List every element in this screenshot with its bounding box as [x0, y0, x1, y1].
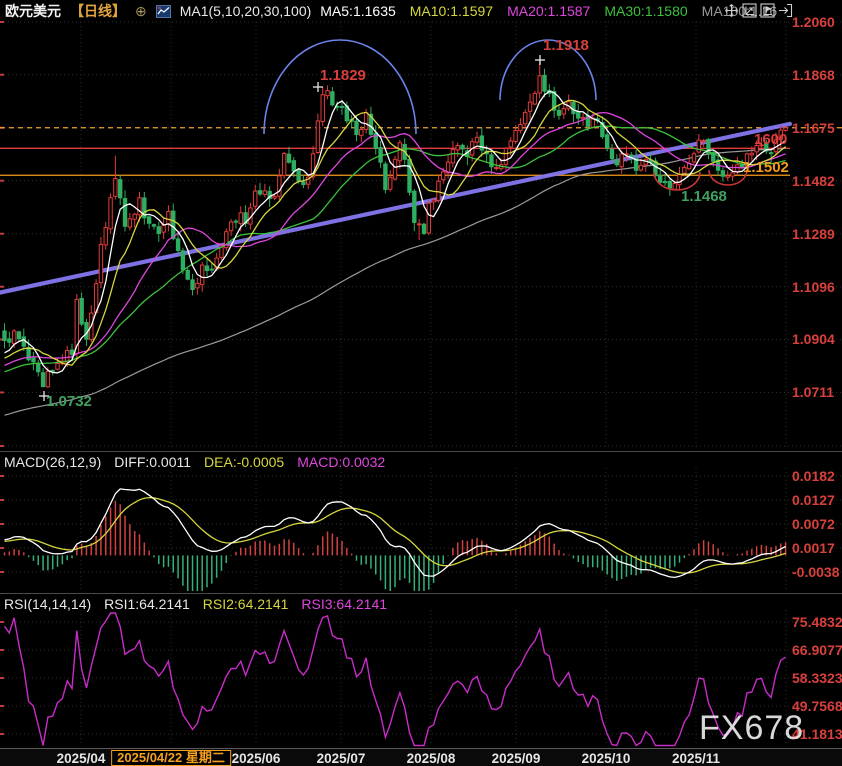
time-axis: 2025/04/22 星期二 2025/04 2025/06 2025/07 2025… [0, 748, 842, 766]
macd-header: MACD(26,12,9) DIFF:0.0011 DEA:-0.0005 MA… [4, 454, 385, 470]
watermark: FX678 [699, 709, 804, 748]
chart-toolbar [724, 3, 793, 18]
time-axis-label: 2025/11 [672, 751, 720, 766]
symbol-label: 欧元美元 [5, 1, 61, 21]
price-axis-label: 1.1096 [792, 279, 842, 295]
price-axis-label: 1.1868 [792, 67, 842, 83]
chart-canvas[interactable] [0, 0, 842, 766]
macd-axis-label: 0.0182 [792, 468, 842, 484]
rsi1-value: RSI1:64.2141 [104, 596, 190, 612]
ma-settings-label: MA1(5,10,20,30,100) [180, 3, 312, 19]
ma-values-group: MA5:1.1635 MA10:1.1597 MA20:1.1587 MA30:1.1… [320, 3, 777, 19]
macd-dea-value: DEA:-0.0005 [204, 454, 284, 470]
axis-play-tool-icon[interactable] [760, 3, 775, 18]
macd-axis-label: -0.0038 [792, 564, 842, 580]
pan-tool-icon[interactable] [724, 3, 739, 18]
price-axis-label: 1.1675 [792, 120, 842, 136]
macd-params-label: MACD(26,12,9) [4, 454, 101, 470]
rsi-axis-label: 75.4832 [792, 614, 842, 630]
crosshair-date-badge: 2025/04/22 星期二 [111, 750, 231, 766]
time-axis-label: 2025/08 [407, 751, 456, 766]
time-axis-label: 2025/04 [57, 751, 106, 766]
period-label: 【日线】 [70, 1, 126, 21]
exit-tool-icon[interactable] [778, 3, 793, 18]
macd-diff-value: DIFF:0.0011 [114, 454, 191, 470]
price-annotation: 1.1918 [543, 37, 589, 54]
ma-value: MA20:1.1587 [507, 3, 590, 19]
ma-value: MA10:1.1597 [410, 3, 493, 19]
price-axis-label: 1.1289 [792, 226, 842, 242]
macd-axis-label: 0.0127 [792, 492, 842, 508]
time-axis-label: 2025/07 [317, 751, 366, 766]
circle-plus-icon[interactable]: ⊕ [135, 4, 147, 18]
ma-value: MA5:1.1635 [320, 3, 396, 19]
price-annotation: 1.1468 [681, 188, 727, 205]
rsi-axis-label: 58.3323 [792, 670, 842, 686]
time-axis-label: 2025/10 [582, 751, 631, 766]
rsi2-value: RSI2:64.2141 [203, 596, 289, 612]
price-annotation: 1.0732 [46, 393, 92, 410]
time-axis-label: 2025/09 [492, 751, 541, 766]
ma-value: MA30:1.1580 [604, 3, 687, 19]
price-axis-label: 1.0711 [792, 384, 842, 400]
title-bar: 欧元美元 【日线】 ⊕ MA1(5,10,20,30,100) MA5:1.16… [0, 0, 842, 22]
chart-type-icon[interactable] [156, 5, 171, 18]
macd-axis-label: 0.0017 [792, 540, 842, 556]
rsi-axis-label: 66.9077 [792, 642, 842, 658]
rsi-header: RSI(14,14,14) RSI1:64.2141 RSI2:64.2141 … [4, 596, 387, 612]
rsi-params-label: RSI(14,14,14) [4, 596, 91, 612]
price-annotation: 1.1502 [743, 159, 789, 176]
macd-macd-value: MACD:0.0032 [297, 454, 385, 470]
trading-chart-window: 欧元美元 【日线】 ⊕ MA1(5,10,20,30,100) MA5:1.16… [0, 0, 842, 766]
macd-axis-label: 0.0072 [792, 516, 842, 532]
rsi3-value: RSI3:64.2141 [301, 596, 387, 612]
price-annotation: 1600 [754, 131, 787, 148]
price-axis-label: 1.1482 [792, 173, 842, 189]
price-annotation: 1.1829 [320, 67, 366, 84]
axis-scale-tool-icon[interactable] [742, 3, 757, 18]
time-axis-label: 2025/06 [232, 751, 281, 766]
price-axis-label: 1.0904 [792, 331, 842, 347]
